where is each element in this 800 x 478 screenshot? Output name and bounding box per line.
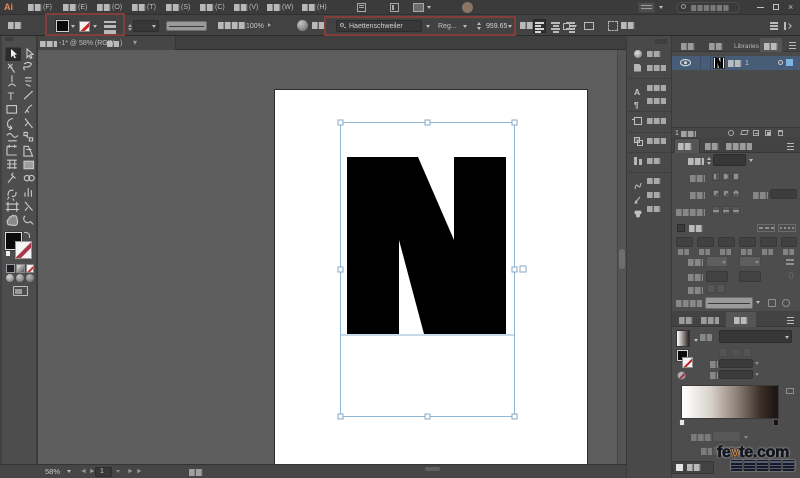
svg-text:¶: ¶ — [634, 100, 639, 109]
svg-text:T: T — [8, 91, 15, 103]
svg-text:A: A — [634, 87, 640, 96]
